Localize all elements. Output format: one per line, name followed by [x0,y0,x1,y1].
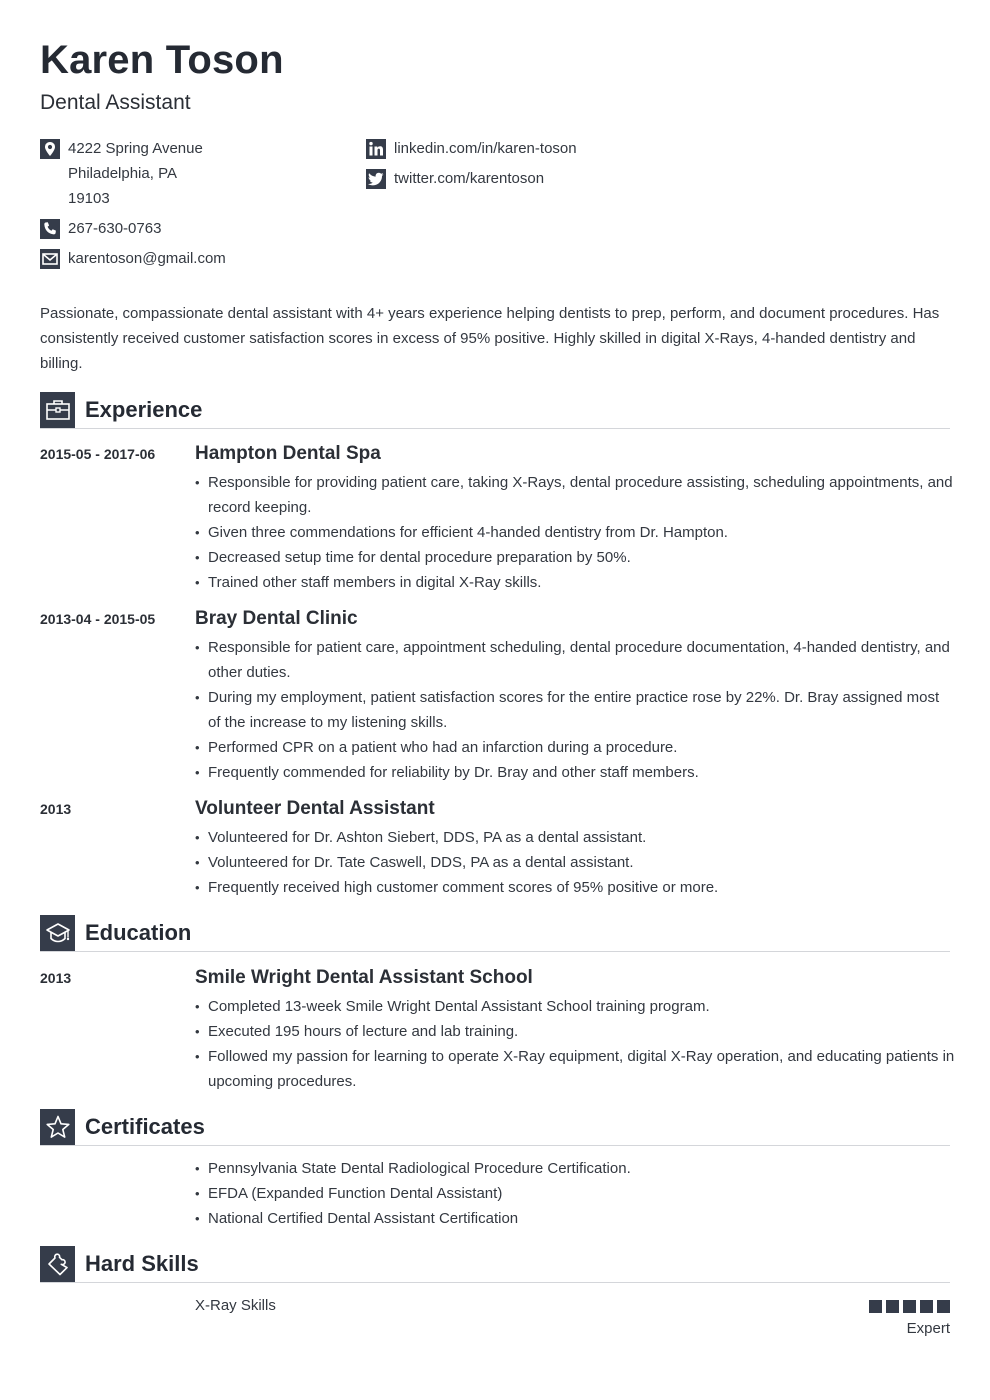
phone-icon [40,219,60,239]
email-address[interactable]: karentoson@gmail.com [68,250,226,275]
contact-address: 4222 Spring Avenue Philadelphia, PA 1910… [40,139,203,215]
experience-date: 2013 [40,801,72,817]
section-title-certificates: Certificates [85,1114,205,1139]
section-title-hard-skills: Hard Skills [85,1251,199,1276]
experience-employer: Bray Dental Clinic [195,608,358,629]
envelope-icon [40,249,60,269]
bullet-item: Followed my passion for learning to oper… [195,1044,955,1094]
section-header-experience: Experience [40,392,950,429]
skill-rating-square [869,1300,882,1313]
bullet-item: Performed CPR on a patient who had an in… [195,735,955,760]
contact-email: karentoson@gmail.com [40,249,226,275]
skill-name: X-Ray Skills [195,1297,276,1314]
skill-rating-square [886,1300,899,1313]
certificate-item: EFDA (Expanded Function Dental Assistant… [195,1181,955,1206]
bullet-item: Completed 13-week Smile Wright Dental As… [195,994,955,1019]
section-title-education: Education [85,920,192,945]
contact-phone: 267-630-0763 [40,219,161,245]
star-icon [40,1109,75,1145]
bullet-item: Decreased setup time for dental procedur… [195,545,955,570]
puzzle-icon [40,1246,75,1282]
graduation-cap-icon [40,915,75,951]
experience-bullets: Volunteered for Dr. Ashton Siebert, DDS,… [195,825,955,900]
skill-rating-bar [869,1300,950,1313]
address-line-3: 19103 [68,190,110,207]
education-bullets: Completed 13-week Smile Wright Dental As… [195,994,955,1094]
bullet-item: Responsible for patient care, appointmen… [195,635,955,685]
bullet-item: Executed 195 hours of lecture and lab tr… [195,1019,955,1044]
certificate-item: Pennsylvania State Dental Radiological P… [195,1156,955,1181]
education-school: Smile Wright Dental Assistant School [195,967,533,988]
bullet-item: Frequently received high customer commen… [195,875,955,900]
section-header-certificates: Certificates [40,1109,950,1146]
certificate-list: Pennsylvania State Dental Radiological P… [195,1156,955,1231]
bullet-item: Frequently commended for reliability by … [195,760,955,785]
job-title: Dental Assistant [40,91,191,114]
certificate-item: National Certified Dental Assistant Cert… [195,1206,955,1231]
experience-bullets: Responsible for patient care, appointmen… [195,635,955,785]
experience-date: 2015-05 - 2017-06 [40,446,156,462]
section-header-hard-skills: Hard Skills [40,1246,950,1283]
experience-employer: Volunteer Dental Assistant [195,798,435,819]
linkedin-icon [366,139,386,159]
section-header-education: Education [40,915,950,952]
phone-number[interactable]: 267-630-0763 [68,220,161,245]
skill-rating-square [903,1300,916,1313]
experience-employer: Hampton Dental Spa [195,443,381,464]
profile-summary: Passionate, compassionate dental assista… [40,305,940,372]
experience-bullets: Responsible for providing patient care, … [195,470,955,595]
bullet-item: During my employment, patient satisfacti… [195,685,955,735]
linkedin-url[interactable]: linkedin.com/in/karen-toson [394,140,577,165]
candidate-name: Karen Toson [40,38,284,82]
bullet-item: Volunteered for Dr. Tate Caswell, DDS, P… [195,850,955,875]
skill-rating-square [937,1300,950,1313]
address-line-1: 4222 Spring Avenue [68,140,203,157]
section-title-experience: Experience [85,397,203,422]
bullet-item: Trained other staff members in digital X… [195,570,955,595]
education-date: 2013 [40,970,72,986]
address-line-2: Philadelphia, PA [68,165,177,182]
experience-date: 2013-04 - 2015-05 [40,611,156,627]
contact-linkedin: linkedin.com/in/karen-toson [366,139,577,165]
twitter-url[interactable]: twitter.com/karentoson [394,170,544,195]
skill-level: Expert [906,1320,950,1337]
twitter-icon [366,169,386,189]
bullet-item: Given three commendations for efficient … [195,520,955,545]
briefcase-icon [40,392,75,428]
location-pin-icon [40,139,60,159]
contact-twitter: twitter.com/karentoson [366,169,544,195]
bullet-item: Responsible for providing patient care, … [195,470,955,520]
bullet-item: Volunteered for Dr. Ashton Siebert, DDS,… [195,825,955,850]
skill-rating-square [920,1300,933,1313]
